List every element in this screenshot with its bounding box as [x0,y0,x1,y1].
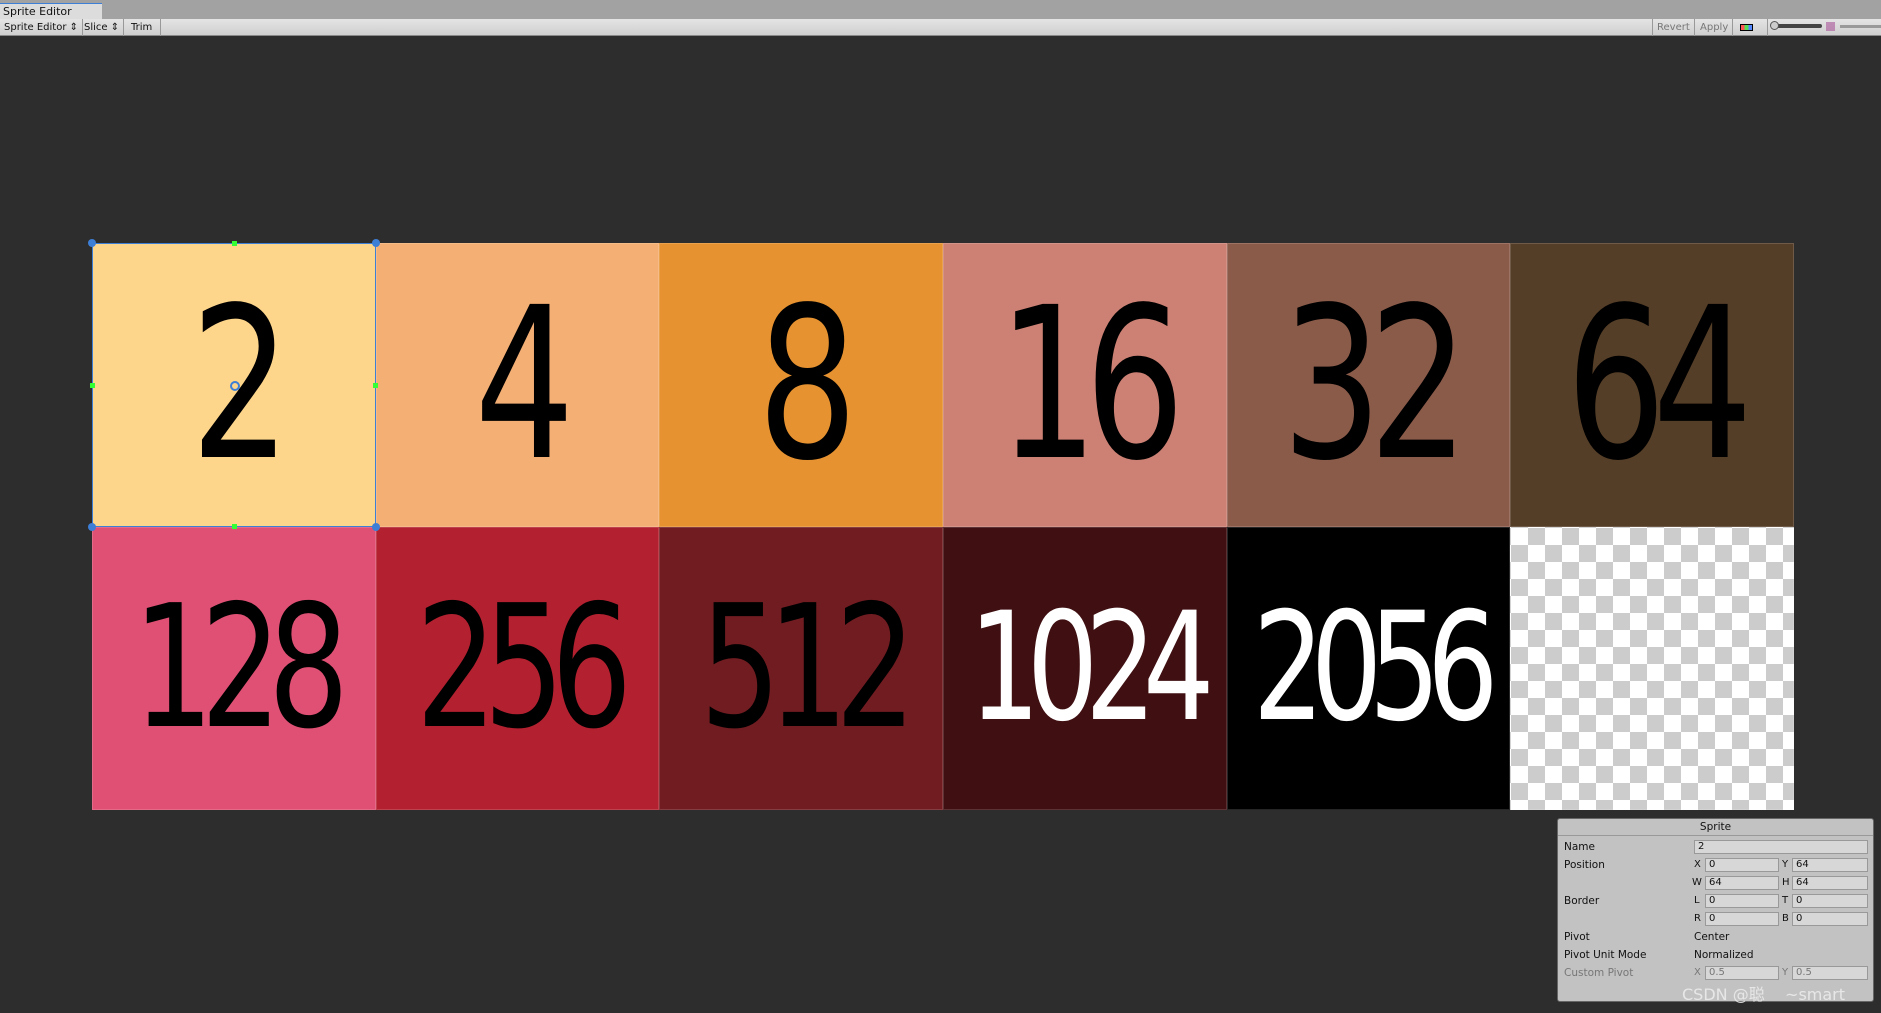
border-l-field[interactable]: 0 [1705,894,1779,908]
zoom-slider-handle[interactable] [1770,21,1779,30]
sprite-digit-label: 512 [699,569,916,768]
mode-dropdown[interactable]: Sprite Editor ⇕ [0,19,83,36]
cx-label: X [1694,967,1701,978]
sprite-digit-label: 1024 [968,581,1215,756]
border-b-field[interactable]: 0 [1792,912,1868,926]
sprite-digit-label: 2 [190,261,290,507]
custom-pivot-y-field: 0.5 [1792,966,1868,980]
watermark: CSDN @聪 ~smart [1682,985,1846,1004]
sprite-digit-label: 4 [474,261,574,507]
height-field[interactable]: 64 [1792,876,1868,890]
width-field[interactable]: 64 [1705,876,1779,890]
sprite-cell[interactable]: 16 [942,243,1227,527]
apply-button[interactable]: Apply [1696,19,1734,36]
color-channel-toggle[interactable] [1736,19,1768,36]
pivot-label: Pivot [1564,931,1590,943]
sprite-digit-label: 256 [416,569,632,768]
sprite-inspector-panel: Sprite Name 2 Position X 0 Y 64 W 64 H 6… [1557,818,1874,1004]
sprite-cell[interactable]: 256 [375,526,660,810]
border-t-field[interactable]: 0 [1792,894,1868,908]
position-x-field[interactable]: 0 [1705,858,1779,872]
custom-pivot-x-field: 0.5 [1705,966,1779,980]
sprite-cell[interactable]: 2 [92,243,376,527]
pivot-unit-label: Pivot Unit Mode [1564,949,1647,961]
w-label: W [1692,877,1702,888]
custom-pivot-label: Custom Pivot [1564,967,1634,979]
y-label: Y [1782,859,1789,870]
sprite-digit-label: 8 [757,261,858,507]
sprite-digit-label: 32 [1281,261,1469,507]
pivot-dropdown[interactable]: Center [1694,929,1729,945]
name-label: Name [1564,841,1595,853]
panel-title: Sprite [1558,819,1873,836]
sprite-digit-label: 64 [1565,261,1752,507]
border-r-field[interactable]: 0 [1705,912,1779,926]
name-field[interactable]: 2 [1694,840,1868,854]
sprite-cell[interactable]: 1024 [942,526,1227,810]
l-label: L [1694,895,1700,906]
x-label: X [1694,859,1701,870]
position-y-field[interactable]: 64 [1792,858,1868,872]
mip-slider[interactable] [1840,25,1881,28]
slice-dropdown[interactable]: Slice ⇕ [80,19,125,36]
r-label: R [1694,913,1701,924]
t-label: T [1782,895,1789,906]
mip-icon [1826,22,1835,31]
trim-button[interactable]: Trim [123,19,162,36]
tab-bar: Sprite Editor [0,0,1881,19]
pivot-unit-dropdown[interactable]: Normalized [1694,947,1754,963]
sprite-cell[interactable]: 2056 [1226,526,1511,810]
sprite-cell[interactable]: 8 [659,243,943,527]
toolbar: Sprite Editor ⇕ Slice ⇕ Trim Revert Appl… [0,19,1881,36]
sprite-cell[interactable]: 64 [1510,243,1794,527]
sprite-cell[interactable]: 4 [375,243,660,527]
h-label: H [1782,877,1790,888]
b-label: B [1782,913,1789,924]
sprite-cell[interactable]: 32 [1226,243,1511,527]
zoom-slider[interactable] [1770,21,1822,30]
sprite-cell[interactable]: 128 [92,526,376,810]
sprite-digit-label: 16 [998,261,1185,507]
sprite-cell[interactable] [1510,526,1794,810]
cy-label: Y [1782,967,1789,978]
sprite-cell[interactable]: 512 [659,526,943,810]
sprite-digit-label: 128 [132,569,348,768]
position-label: Position [1564,859,1605,871]
rgb-icon [1740,24,1753,31]
sprite-digit-label: 2056 [1252,581,1498,756]
revert-button[interactable]: Revert [1652,19,1695,36]
tab-sprite-editor[interactable]: Sprite Editor [0,3,102,19]
border-label: Border [1564,895,1600,907]
sprite-canvas[interactable]: 2 4 8 16 32 64 128 256 512 1024 2056 [92,243,1794,810]
